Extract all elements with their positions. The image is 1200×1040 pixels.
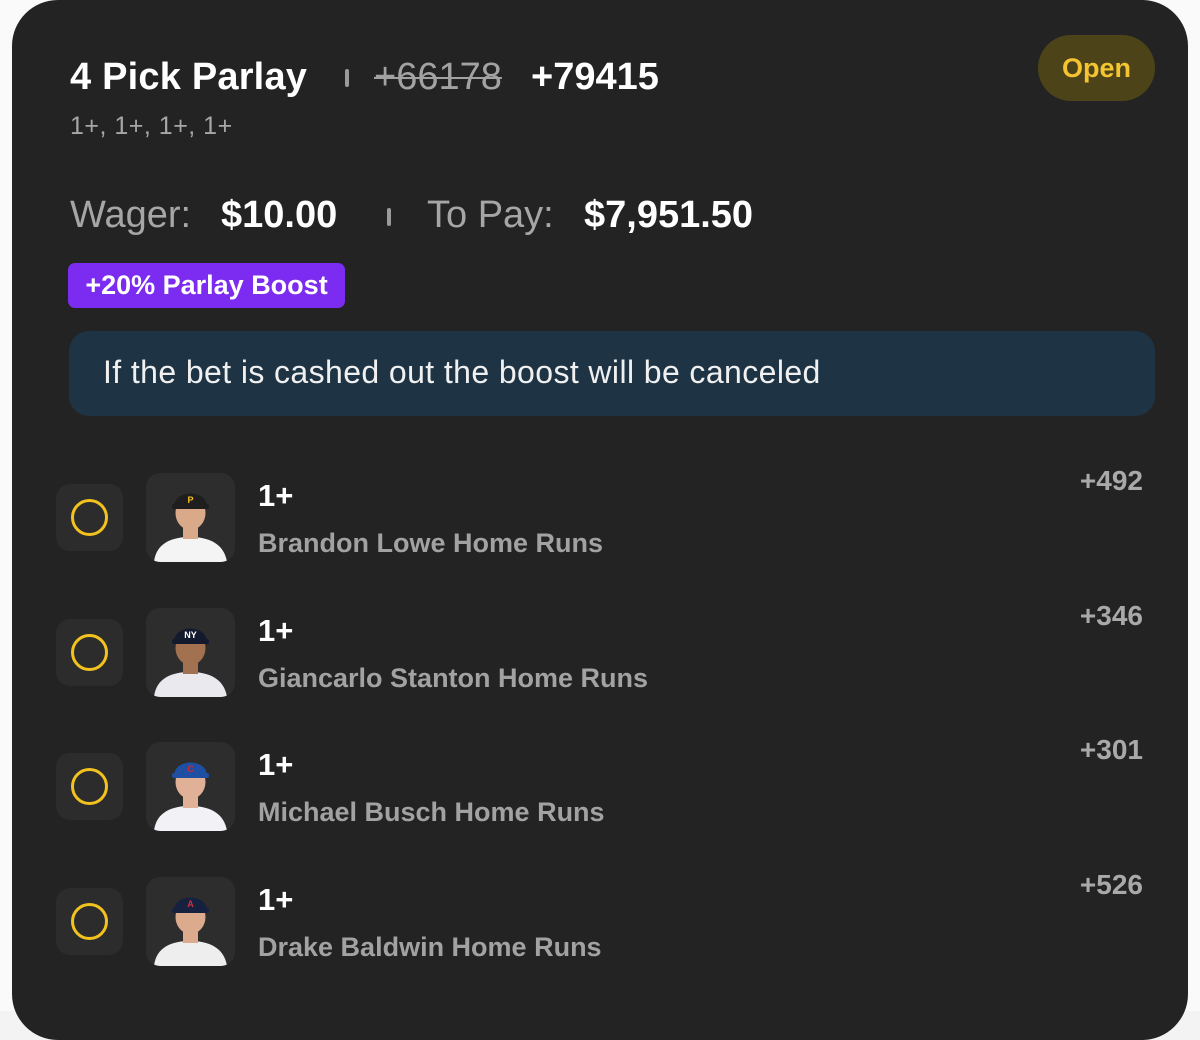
pick-odds: +492	[1079, 465, 1143, 496]
wager-divider	[387, 208, 391, 226]
svg-text:P: P	[187, 495, 193, 505]
original-odds: +66178	[374, 56, 502, 98]
pick-market: Brandon Lowe Home Runs	[258, 528, 604, 558]
pick-odds: +526	[1079, 869, 1143, 900]
bet-card[interactable]: 4 Pick Parlay +66178 +79415 1+, 1+, 1+, …	[12, 0, 1188, 1040]
player-headshot-graphic: NY	[154, 628, 227, 697]
status-badge: Open	[1038, 35, 1155, 101]
player-headshot-icon: P	[146, 473, 235, 562]
pick-market: Giancarlo Stanton Home Runs	[258, 663, 649, 693]
pick-market: Michael Busch Home Runs	[258, 797, 605, 827]
open-circle-icon	[71, 499, 108, 536]
bet-title: 4 Pick Parlay	[70, 56, 308, 98]
to-pay-value: $7,951.50	[584, 194, 754, 236]
player-headshot-icon: C	[146, 742, 235, 831]
open-circle-icon	[71, 903, 108, 940]
pick-line: 1+	[258, 613, 294, 648]
pick-row[interactable]: NY 1+ Giancarlo Stanton Home Runs +346	[12, 600, 1188, 708]
pick-line: 1+	[258, 478, 294, 513]
pick-odds: +301	[1079, 734, 1143, 765]
wager-value: $10.00	[221, 194, 338, 236]
player-headshot-icon: NY	[146, 608, 235, 697]
pick-status-indicator	[56, 619, 123, 686]
pick-row[interactable]: P 1+ Brandon Lowe Home Runs +492	[12, 465, 1188, 573]
player-headshot-graphic: A	[154, 897, 227, 966]
svg-text:A: A	[187, 899, 194, 909]
svg-text:C: C	[187, 764, 194, 774]
title-divider	[345, 69, 349, 87]
pick-status-indicator	[56, 888, 123, 955]
wager-label: Wager:	[70, 194, 192, 236]
pick-row[interactable]: A 1+ Drake Baldwin Home Runs +526	[12, 869, 1188, 977]
cashout-notice-text: If the bet is cashed out the boost will …	[103, 354, 821, 390]
player-headshot-icon: A	[146, 877, 235, 966]
pick-line: 1+	[258, 882, 294, 917]
pick-status-indicator	[56, 753, 123, 820]
to-pay-label: To Pay:	[427, 194, 554, 236]
open-circle-icon	[71, 634, 108, 671]
player-headshot-graphic: P	[154, 493, 227, 562]
cashout-notice: If the bet is cashed out the boost will …	[69, 331, 1155, 416]
pick-odds: +346	[1079, 600, 1143, 631]
page-background: 4 Pick Parlay +66178 +79415 1+, 1+, 1+, …	[0, 0, 1200, 1040]
parlay-boost-badge: +20% Parlay Boost	[68, 263, 345, 308]
pick-market: Drake Baldwin Home Runs	[258, 932, 602, 962]
svg-text:NY: NY	[184, 630, 197, 640]
boosted-odds: +79415	[531, 56, 659, 98]
pick-status-indicator	[56, 484, 123, 551]
player-headshot-graphic: C	[154, 762, 227, 831]
lines-summary: 1+, 1+, 1+, 1+	[70, 112, 233, 140]
pick-row[interactable]: C 1+ Michael Busch Home Runs +301	[12, 734, 1188, 842]
pick-line: 1+	[258, 747, 294, 782]
open-circle-icon	[71, 768, 108, 805]
